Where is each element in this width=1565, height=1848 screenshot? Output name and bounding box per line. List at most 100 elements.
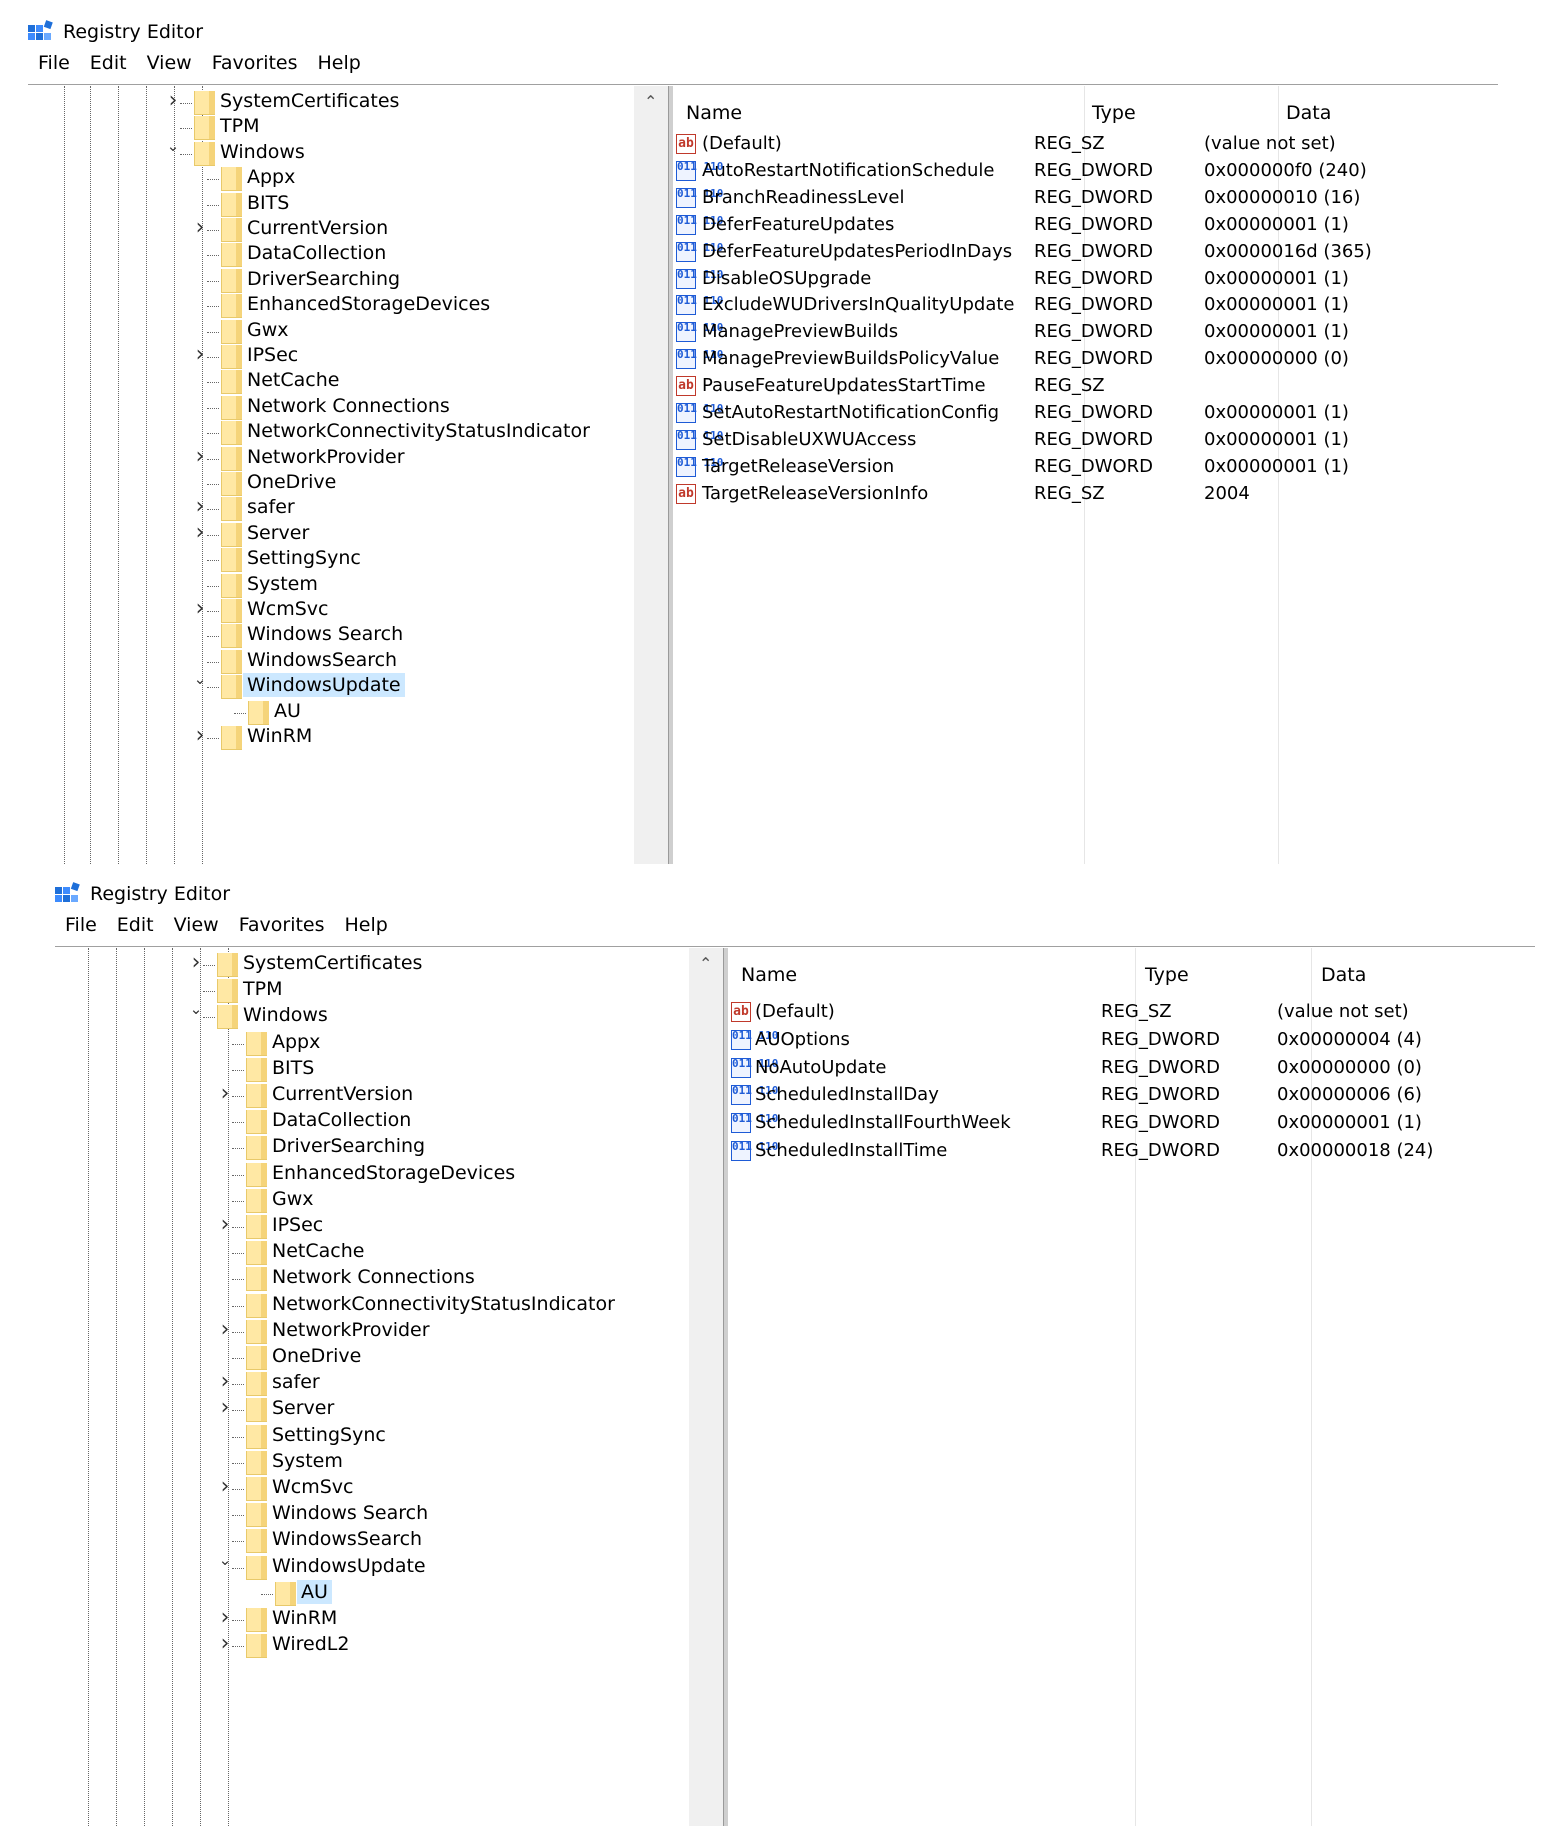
value-row[interactable]: 011 110 ManagePreviewBuildsPolicyValue REG…: [676, 347, 1498, 374]
chevron-right-icon[interactable]: ›: [164, 88, 182, 113]
menu-help[interactable]: Help: [345, 914, 388, 944]
value-row[interactable]: 011 110 AutoRestartNotificationSchedule RE…: [676, 159, 1498, 186]
chevron-right-icon[interactable]: ›: [187, 950, 205, 975]
value-row[interactable]: 011 110 DisableOSUpgrade REG_DWORD 0x000000…: [676, 267, 1498, 294]
chevron-right-icon[interactable]: ›: [216, 1369, 234, 1394]
chevron-right-icon[interactable]: ›: [191, 520, 209, 545]
column-header-name[interactable]: Name: [741, 964, 797, 986]
chevron-right-icon[interactable]: ›: [216, 1395, 234, 1420]
folder-icon: [246, 1188, 267, 1213]
folder-icon: [221, 497, 242, 522]
tree-item-label: Server: [272, 1397, 335, 1420]
chevron-down-icon[interactable]: ⌄: [191, 670, 209, 688]
value-data: 0x00000004 (4): [1277, 1028, 1422, 1050]
folder-icon: [246, 1608, 267, 1632]
key-tree[interactable]: › SystemCertificates TPM ⌄ Windows Appx BITS › C…: [55, 948, 723, 1826]
tree-item-label: safer: [272, 1371, 320, 1394]
menu-file[interactable]: File: [65, 914, 97, 944]
column-header-type[interactable]: Type: [1145, 964, 1189, 986]
folder-icon: [217, 1005, 238, 1030]
value-row[interactable]: 011 110 SetDisableUXWUAccess REG_DWORD 0x00…: [676, 428, 1498, 455]
value-type: REG_DWORD: [1101, 1028, 1221, 1050]
column-header-data[interactable]: Data: [1286, 102, 1331, 124]
folder-icon: [221, 268, 242, 293]
chevron-right-icon[interactable]: ›: [191, 596, 209, 621]
value-row[interactable]: 011 110 ManagePreviewBuilds REG_DWORD 0x000…: [676, 320, 1498, 347]
value-row[interactable]: 011 110 DeferFeatureUpdates REG_DWORD 0x000…: [676, 213, 1498, 240]
folder-icon: [246, 1267, 267, 1292]
value-row[interactable]: ab TargetReleaseVersionInfo REG_SZ 2004: [676, 482, 1498, 509]
chevron-right-icon[interactable]: ›: [191, 215, 209, 240]
value-type: REG_SZ: [1034, 133, 1105, 154]
value-row[interactable]: ab (Default) REG_SZ (value not set): [731, 1000, 1535, 1027]
column-header-type[interactable]: Type: [1092, 102, 1136, 124]
tree-scrollbar[interactable]: ⌃: [634, 86, 668, 864]
menu-favorites[interactable]: Favorites: [239, 914, 325, 944]
value-type: REG_DWORD: [1034, 348, 1154, 370]
chevron-right-icon[interactable]: ›: [216, 1631, 234, 1656]
chevron-right-icon[interactable]: ›: [216, 1474, 234, 1499]
scroll-up-icon[interactable]: ⌃: [699, 954, 712, 973]
value-row[interactable]: 011 110 SetAutoRestartNotificationConfig R…: [676, 401, 1498, 428]
tree-item-label: Windows Search: [272, 1502, 429, 1525]
registry-editor-window-2: Registry Editor File Edit View Favorites…: [55, 876, 1535, 1826]
value-row[interactable]: 011 110 ScheduledInstallDay REG_DWORD 0x000…: [731, 1083, 1535, 1110]
chevron-right-icon[interactable]: ›: [191, 723, 209, 748]
value-data: 0x00000010 (16): [1204, 186, 1361, 208]
chevron-right-icon[interactable]: ›: [191, 342, 209, 367]
tree-item-label: BITS: [247, 191, 290, 214]
value-row[interactable]: 011 110 BranchReadinessLevel REG_DWORD 0x00…: [676, 186, 1498, 213]
chevron-right-icon[interactable]: ›: [216, 1081, 234, 1106]
value-row[interactable]: 011 110 ScheduledInstallFourthWeek REG_DWO…: [731, 1111, 1535, 1138]
menu-favorites[interactable]: Favorites: [212, 52, 298, 82]
value-row[interactable]: 011 110 ExcludeWUDriversInQualityUpdate RE…: [676, 293, 1498, 320]
folder-icon: [246, 1346, 267, 1370]
key-tree[interactable]: › SystemCertificates TPM ⌄ Windows Appx BITS › C…: [28, 86, 668, 864]
menu-edit[interactable]: Edit: [90, 52, 127, 82]
chevron-right-icon[interactable]: ›: [191, 444, 209, 469]
values-list[interactable]: Name Type Data ab (Default) REG_SZ (value n…: [731, 948, 1535, 1826]
value-row[interactable]: 011 110 TargetReleaseVersion REG_DWORD 0x00…: [676, 455, 1498, 482]
tree-item[interactable]: › WiredL2: [55, 1631, 723, 1661]
scroll-up-icon[interactable]: ⌃: [644, 92, 657, 111]
chevron-right-icon[interactable]: ›: [216, 1317, 234, 1342]
value-row[interactable]: 011 110 DeferFeatureUpdatesPeriodInDays RE…: [676, 240, 1498, 267]
chevron-down-icon[interactable]: ⌄: [164, 137, 182, 155]
tree-item-label: IPSec: [247, 344, 299, 366]
value-data: 0x000000f0 (240): [1204, 159, 1367, 181]
tree-item[interactable]: › WinRM: [28, 723, 668, 753]
menu-view[interactable]: View: [147, 52, 192, 82]
value-data: 0x00000001 (1): [1204, 213, 1349, 235]
column-header-data[interactable]: Data: [1321, 964, 1366, 986]
menu-view[interactable]: View: [174, 914, 219, 944]
value-data: 0x00000001 (1): [1204, 267, 1349, 289]
menu-file[interactable]: File: [38, 52, 70, 82]
chevron-right-icon[interactable]: ›: [216, 1212, 234, 1237]
value-row[interactable]: 011 110 ScheduledInstallTime REG_DWORD 0x00…: [731, 1139, 1535, 1166]
chevron-down-icon[interactable]: ⌄: [216, 1551, 234, 1569]
pane-splitter[interactable]: [668, 86, 673, 864]
column-header-name[interactable]: Name: [686, 102, 742, 124]
string-value-icon: ab: [731, 1002, 751, 1022]
value-row[interactable]: ab (Default) REG_SZ (value not set): [676, 132, 1498, 159]
value-row[interactable]: 011 110 NoAutoUpdate REG_DWORD 0x00000000 (…: [731, 1056, 1535, 1083]
tree-item-label: Gwx: [272, 1187, 314, 1210]
binary-value-icon: 011 110: [731, 1085, 778, 1106]
menu-edit[interactable]: Edit: [117, 914, 154, 944]
folder-icon: [221, 395, 242, 420]
value-row[interactable]: ab PauseFeatureUpdatesStartTime REG_SZ: [676, 374, 1498, 401]
tree-item-label: Network Connections: [247, 394, 450, 417]
pane-splitter[interactable]: [723, 948, 728, 1826]
values-list[interactable]: Name Type Data ab (Default) REG_SZ (value n…: [676, 86, 1498, 864]
chevron-down-icon[interactable]: ⌄: [187, 1000, 205, 1018]
chevron-right-icon[interactable]: ›: [191, 494, 209, 519]
value-type: REG_SZ: [1101, 1001, 1172, 1022]
tree-scrollbar[interactable]: ⌃: [689, 948, 723, 1826]
folder-icon: [246, 1424, 267, 1449]
value-row[interactable]: 011 110 AUOptions REG_DWORD 0x00000004 (4): [731, 1028, 1535, 1055]
folder-icon: [246, 1215, 267, 1239]
menu-help[interactable]: Help: [318, 52, 361, 82]
value-data: 2004: [1204, 482, 1250, 504]
tree-item-label: OneDrive: [272, 1345, 362, 1367]
chevron-right-icon[interactable]: ›: [216, 1605, 234, 1630]
